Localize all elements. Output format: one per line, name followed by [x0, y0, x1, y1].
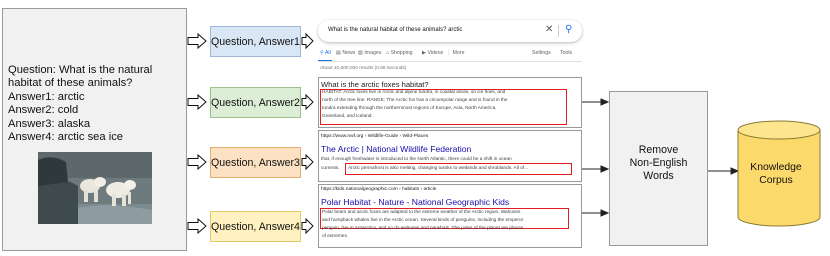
remove-line-3: Words — [643, 169, 674, 182]
block-arrow-8 — [301, 217, 314, 235]
tab-more[interactable]: ⋮ More — [446, 50, 464, 56]
result-snippet-nwf-prefix: currents. — [321, 166, 340, 171]
search-divider — [558, 25, 559, 37]
remove-line-1: Remove — [638, 144, 679, 156]
tab-videos[interactable]: ▶ Videos — [422, 50, 443, 56]
featured-line-3: tundra extending through the northernmos… — [322, 106, 497, 111]
knowledge-corpus-label: Knowledge Corpus — [732, 162, 820, 187]
result-title-nwf[interactable]: The Arctic | National Wildlife Federatio… — [321, 144, 471, 154]
knowledge-line-1: Knowledge — [750, 162, 802, 173]
result-snippet-nwf-highlight: Arctic permafrost is also melting, chang… — [348, 166, 529, 171]
search-query[interactable]: What is the natural habitat of these ani… — [328, 27, 462, 33]
remove-non-english-label: Remove Non-English Words — [609, 144, 708, 182]
block-arrow-4 — [187, 217, 207, 235]
tab-all[interactable]: ⚲ All — [320, 50, 331, 56]
result-snippet-natgeo-line-3: penguin, live in Antarctica, and so do w… — [322, 226, 524, 231]
tab-tools[interactable]: Tools — [560, 50, 572, 56]
remove-line-2: Non-English — [629, 156, 688, 169]
arrow-head-3 — [600, 209, 610, 217]
result-snippet-natgeo-line-4: of extremes. — [322, 234, 349, 239]
tab-settings[interactable]: Settings — [532, 50, 551, 56]
block-arrow-2 — [187, 93, 207, 111]
tab-divider — [318, 61, 582, 62]
tab-images[interactable]: ▧ Images — [358, 50, 381, 56]
result-url-natgeo[interactable]: https://kids.nationalgeographic.com › ha… — [321, 187, 437, 192]
block-arrow-3 — [187, 153, 207, 171]
question-answer2-box: Question, Answer2 — [210, 87, 301, 118]
featured-line-4: Greenland, and Iceland. — [322, 114, 373, 119]
result-stats: About 10,600,000 results (0.66 seconds) — [320, 66, 407, 71]
block-arrow-1 — [187, 32, 207, 50]
featured-line-2: north of the tree line. RANGE: The Arcti… — [322, 98, 508, 103]
tab-shopping[interactable]: ⌂ Shopping — [386, 50, 413, 56]
featured-line-1: HABITAT: Arctic foxes live in Arctic and… — [322, 90, 506, 95]
question-answer3-box: Question, Answer3 — [210, 147, 301, 178]
arrow-head-1 — [600, 98, 610, 106]
search-icon[interactable]: ⚲ — [565, 24, 572, 35]
result-title-natgeo[interactable]: Polar Habitat - Nature - National Geogra… — [321, 197, 509, 207]
result-snippet-natgeo-line-2: and humpback whales live in the Arctic o… — [322, 218, 524, 223]
result-url-nwf[interactable]: https://www.nwf.org › Wildlife-Guide › W… — [321, 134, 428, 139]
block-arrow-6 — [301, 93, 314, 111]
knowledge-line-2: Corpus — [759, 174, 793, 186]
question-answer4-box: Question, Answer4 — [210, 211, 301, 242]
block-arrow-5 — [301, 32, 314, 50]
tab-news[interactable]: ▤ News — [336, 50, 355, 56]
close-icon[interactable]: ✕ — [545, 24, 553, 35]
featured-title: What is the arctic foxes habitat? — [321, 80, 429, 89]
arrow-head-2 — [600, 165, 610, 173]
result-snippet-natgeo-line-1: Polar bears and arctic foxes are adapted… — [322, 210, 521, 215]
question-answer1-box: Question, Answer1 — [210, 26, 301, 57]
search-tabs: ⚲ All ▤ News ▧ Images ⌂ Shopping ▶ Video… — [320, 50, 582, 60]
block-arrow-7 — [301, 153, 314, 171]
